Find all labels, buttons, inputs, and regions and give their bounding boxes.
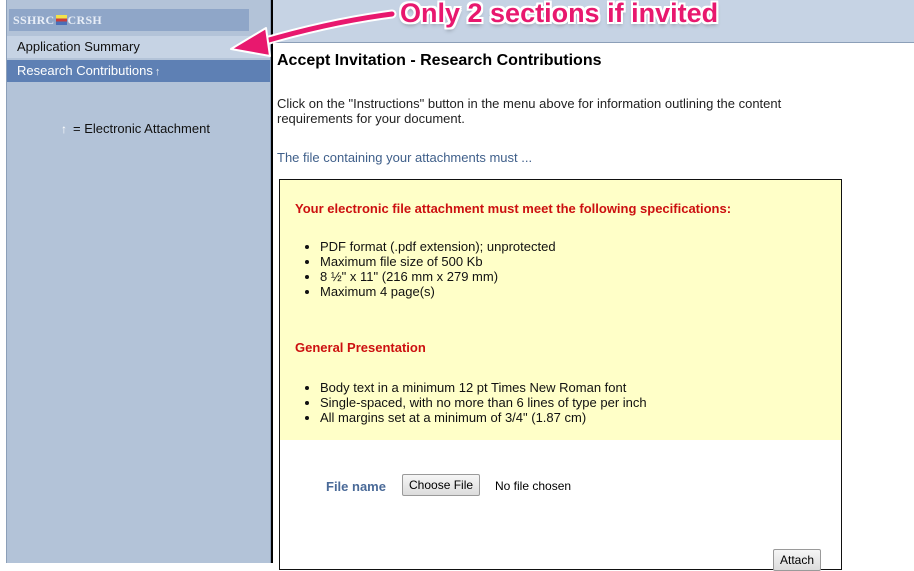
list-item: PDF format (.pdf extension); unprotected [320,239,556,254]
sidebar-item-label: Research Contributions [17,63,153,78]
file-upload-panel: File name Choose File No file chosen Att… [279,440,842,571]
attachment-legend: ↑ = Electronic Attachment [61,121,210,136]
logo-right-text: CRSH [67,13,103,27]
general-presentation-list: Body text in a minimum 12 pt Times New R… [296,380,647,425]
attachment-arrow-icon: ↑ [61,122,67,136]
file-status-text: No file chosen [495,479,572,493]
list-item: Maximum file size of 500 Kb [320,254,556,269]
list-item: Body text in a minimum 12 pt Times New R… [320,380,647,395]
specifications-heading: Your electronic file attachment must mee… [295,201,732,216]
specifications-panel: Your electronic file attachment must mee… [279,179,842,441]
general-presentation-heading: General Presentation [295,340,426,355]
attach-button[interactable]: Attach [773,549,822,571]
logo-left-text: SSHRC [13,13,55,27]
sidebar-nav: SSHRC CRSH Application Summary Research C… [6,0,271,563]
instructions-text: Click on the "Instructions" button in th… [277,96,782,126]
main-content: Accept Invitation - Research Contributio… [271,0,914,571]
file-name-label: File name [326,479,386,494]
flag-icon [55,15,67,26]
legend-text: = Electronic Attachment [73,121,210,136]
attachment-requirements-link[interactable]: The file containing your attachments mus… [277,150,532,165]
list-item: Maximum 4 page(s) [320,284,556,299]
specifications-list: PDF format (.pdf extension); unprotected… [296,239,556,299]
list-item: Single-spaced, with no more than 6 lines… [320,395,647,410]
page-title: Accept Invitation - Research Contributio… [277,52,602,69]
sidebar-item-label: Application Summary [17,39,140,54]
sshrc-logo: SSHRC CRSH [9,9,249,31]
choose-file-button[interactable]: Choose File [402,474,481,496]
callout-annotation: Only 2 sections if invited [400,0,719,28]
attachment-arrow-icon: ↑ [154,66,161,78]
sidebar-item-research-contributions[interactable]: Research Contributions ↑ [7,60,270,82]
list-item: All margins set at a minimum of 3/4" (1.… [320,410,647,425]
sidebar-item-application-summary[interactable]: Application Summary [7,36,270,58]
list-item: 8 ½" x 11" (216 mm x 279 mm) [320,269,556,284]
